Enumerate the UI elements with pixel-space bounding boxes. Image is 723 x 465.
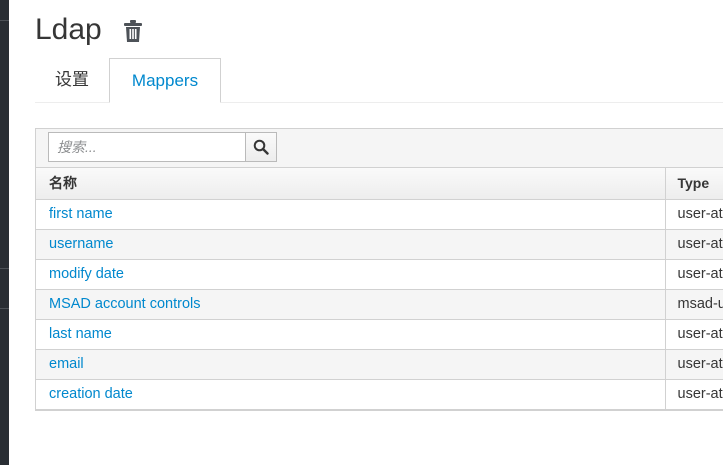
column-header-type[interactable]: Type: [664, 168, 723, 200]
mapper-type: msad-u: [664, 289, 723, 320]
search-input[interactable]: [48, 132, 246, 162]
mapper-type: user-at: [664, 229, 723, 260]
column-header-name[interactable]: 名称: [36, 168, 665, 200]
mapper-type: user-at: [664, 199, 723, 230]
mapper-type: user-at: [664, 349, 723, 380]
mappers-table: 名称 Type first name user-at username user…: [36, 168, 723, 410]
table-header-row: 名称 Type: [36, 168, 723, 200]
trash-icon[interactable]: [122, 19, 144, 43]
table-row: MSAD account controls msad-u: [36, 289, 723, 320]
page-title: Ldap: [35, 13, 102, 46]
mapper-link[interactable]: first name: [49, 206, 113, 222]
mapper-link[interactable]: MSAD account controls: [49, 296, 201, 312]
mappers-table-panel: 名称 Type first name user-at username user…: [35, 128, 723, 411]
nav-sidebar-edge: [0, 0, 9, 465]
mapper-link[interactable]: modify date: [49, 266, 124, 282]
mapper-type: user-at: [664, 319, 723, 350]
tab-mappers[interactable]: Mappers: [109, 58, 221, 103]
table-row: modify date user-at: [36, 259, 723, 290]
mapper-link[interactable]: creation date: [49, 386, 133, 402]
search-button[interactable]: [245, 132, 277, 162]
table-row: email user-at: [36, 349, 723, 380]
mapper-link[interactable]: username: [49, 236, 113, 252]
table-row: username user-at: [36, 229, 723, 260]
mapper-type: user-at: [664, 379, 723, 410]
table-row: last name user-at: [36, 319, 723, 350]
search-icon: [246, 139, 276, 155]
table-toolbar: [36, 129, 723, 168]
mapper-link[interactable]: last name: [49, 326, 112, 342]
table-row: first name user-at: [36, 199, 723, 230]
table-row: creation date user-at: [36, 379, 723, 410]
tab-settings[interactable]: 设置: [35, 58, 109, 102]
tab-bar: 设置 Mappers: [35, 58, 723, 103]
mapper-link[interactable]: email: [49, 356, 84, 372]
mapper-type: user-at: [664, 259, 723, 290]
